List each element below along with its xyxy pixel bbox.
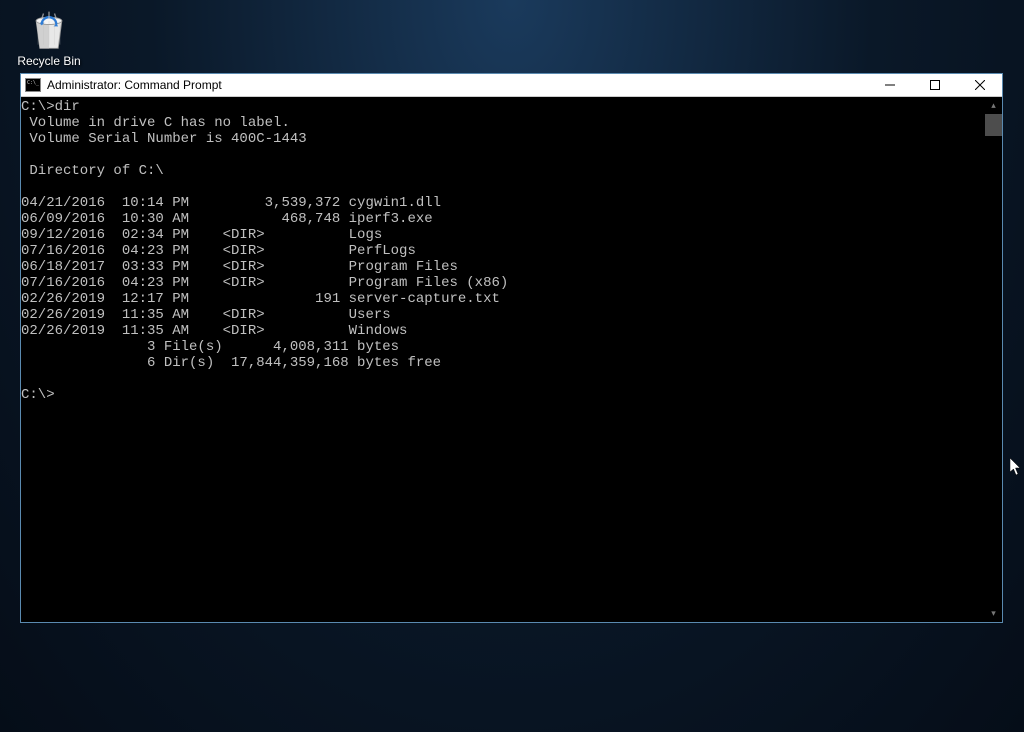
window-controls (867, 74, 1002, 96)
minimize-button[interactable] (867, 74, 912, 96)
mouse-cursor-icon (1010, 458, 1022, 479)
cmd-icon (25, 78, 41, 92)
terminal-area: C:\>dir Volume in drive C has no label. … (21, 97, 1002, 622)
window-title: Administrator: Command Prompt (47, 78, 867, 92)
scrollbar[interactable]: ▴ ▾ (985, 97, 1002, 622)
terminal-output[interactable]: C:\>dir Volume in drive C has no label. … (21, 97, 985, 622)
close-button[interactable] (957, 74, 1002, 96)
scroll-up-arrow-icon[interactable]: ▴ (985, 97, 1002, 114)
recycle-bin-icon (27, 8, 71, 52)
scroll-thumb[interactable] (985, 114, 1002, 136)
scroll-down-arrow-icon[interactable]: ▾ (985, 605, 1002, 622)
title-bar[interactable]: Administrator: Command Prompt (21, 74, 1002, 97)
recycle-bin-label: Recycle Bin (17, 54, 80, 68)
maximize-button[interactable] (912, 74, 957, 96)
command-prompt-window: Administrator: Command Prompt C:\>dir Vo… (20, 73, 1003, 623)
recycle-bin[interactable]: Recycle Bin (14, 8, 84, 68)
